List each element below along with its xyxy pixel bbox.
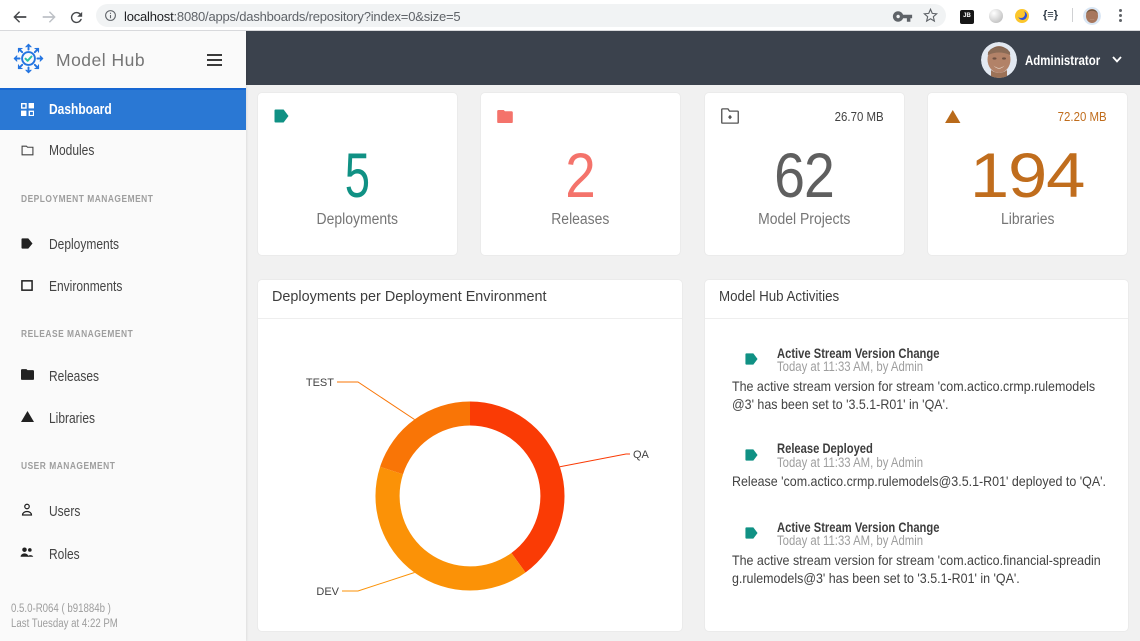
- svg-text:TEST: TEST: [306, 377, 334, 389]
- svg-text:QA: QA: [633, 449, 650, 461]
- svg-text:DEV: DEV: [316, 586, 339, 598]
